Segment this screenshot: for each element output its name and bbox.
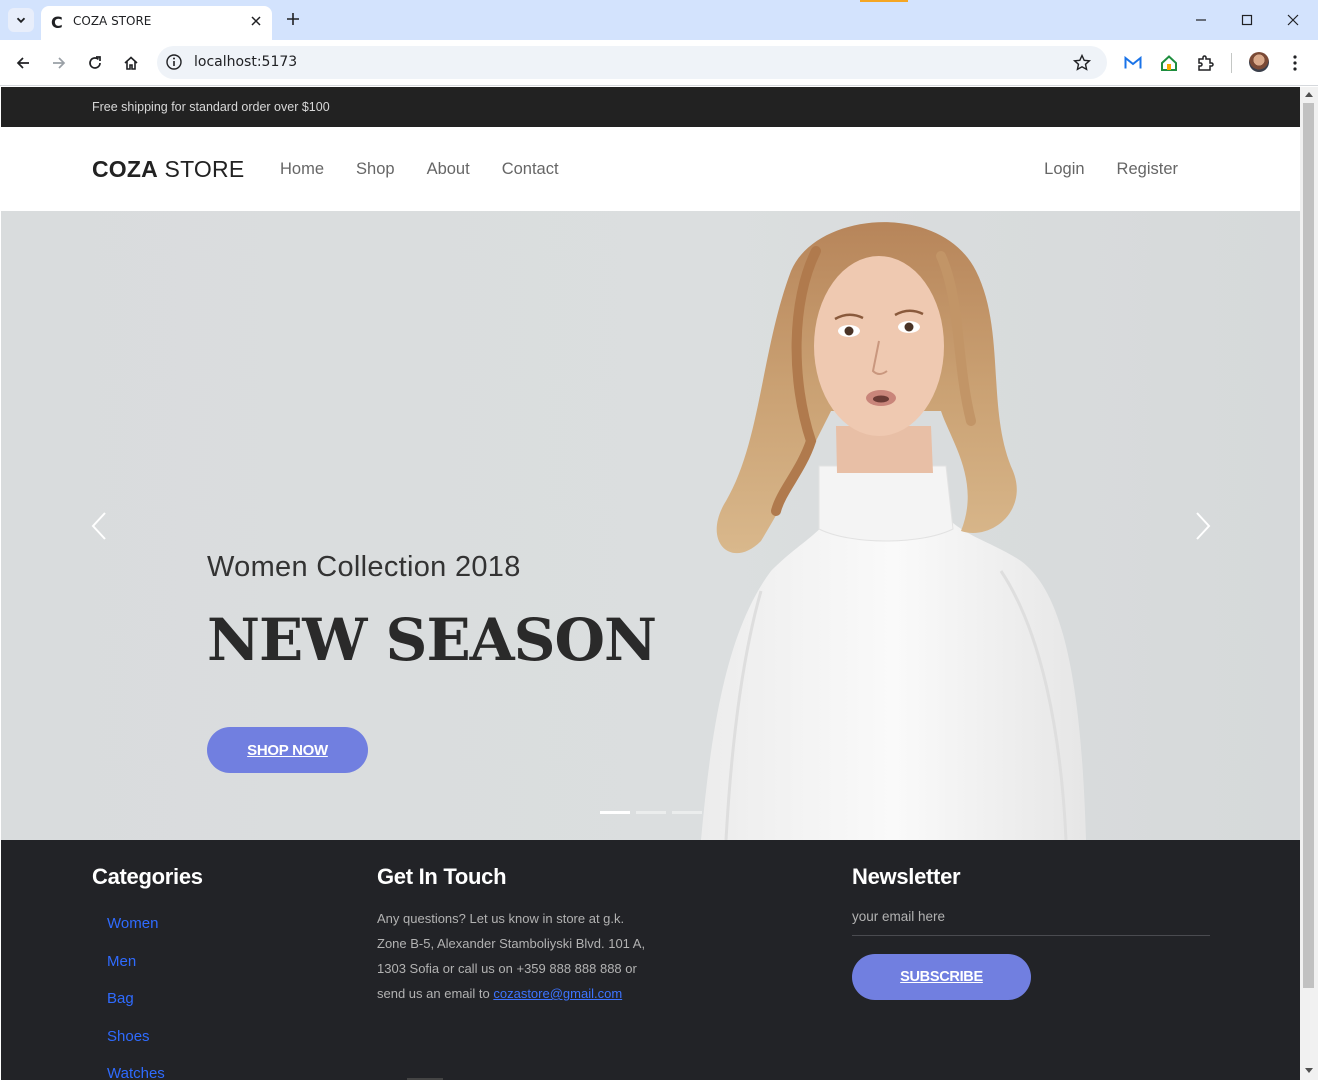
logo-bold: COZA	[92, 156, 158, 182]
hero-title: NEW SEASON	[207, 606, 657, 674]
window-maximize-button[interactable]	[1232, 6, 1262, 34]
category-watches-link[interactable]: Watches	[107, 1065, 165, 1080]
chevron-down-icon	[16, 17, 26, 24]
tab-search-button[interactable]	[8, 8, 34, 32]
slider-prev-arrow[interactable]	[89, 511, 109, 541]
forward-button[interactable]	[46, 50, 72, 76]
reload-button[interactable]	[82, 50, 108, 76]
list-item: Bag	[107, 990, 165, 1028]
address-bar[interactable]: localhost:5173	[157, 46, 1107, 79]
contact-paragraph: Any questions? Let us know in store at g…	[377, 906, 657, 1006]
categories-list: Women Men Bag Shoes Watches	[107, 915, 165, 1080]
page-viewport: Free shipping for standard order over $1…	[1, 87, 1300, 1080]
hero-model-image	[701, 222, 1086, 840]
new-tab-button[interactable]	[282, 8, 304, 30]
slider-next-arrow[interactable]	[1193, 511, 1213, 541]
site-logo[interactable]: COZA STORE	[92, 127, 244, 211]
slider-dot-3[interactable]	[672, 811, 702, 814]
home-extension-button[interactable]	[1157, 51, 1181, 75]
browser-toolbar: localhost:5173	[0, 40, 1318, 86]
arrow-left-icon	[16, 57, 29, 69]
contact-email-link[interactable]: cozastore@gmail.com	[493, 986, 622, 1001]
register-link[interactable]: Register	[1117, 160, 1178, 179]
scroll-up-arrow-icon[interactable]	[1304, 90, 1314, 100]
free-shipping-text: Free shipping for standard order over $1…	[92, 100, 330, 114]
scrollbar-thumb[interactable]	[1303, 103, 1314, 988]
menu-home[interactable]: Home	[280, 160, 324, 179]
close-icon	[251, 16, 261, 26]
menu-shop[interactable]: Shop	[356, 160, 395, 179]
extensions-button[interactable]	[1193, 51, 1217, 75]
close-icon	[1287, 14, 1299, 26]
house-extension-icon	[1161, 55, 1177, 71]
home-icon	[124, 56, 138, 70]
announcement-bar: Free shipping for standard order over $1…	[1, 87, 1300, 127]
hero-slider: Women Collection 2018 NEW SEASON SHOP NO…	[1, 211, 1300, 840]
url-text[interactable]: localhost:5173	[194, 46, 297, 79]
back-button[interactable]	[10, 50, 36, 76]
hero-subtitle: Women Collection 2018	[207, 551, 521, 583]
list-item: Watches	[107, 1065, 165, 1080]
profile-avatar[interactable]	[1249, 52, 1269, 72]
mail-icon	[1124, 56, 1142, 69]
logo-light: STORE	[157, 156, 245, 182]
list-item: Shoes	[107, 1028, 165, 1066]
menu-contact[interactable]: Contact	[502, 160, 559, 179]
category-women-link[interactable]: Women	[107, 915, 158, 932]
category-men-link[interactable]: Men	[107, 953, 136, 970]
plus-icon	[287, 13, 299, 25]
home-button[interactable]	[118, 50, 144, 76]
list-item: Men	[107, 953, 165, 991]
arrow-right-icon	[53, 57, 66, 69]
tab-title: COZA STORE	[73, 14, 152, 28]
newsletter-email-input[interactable]: your email here	[852, 906, 1210, 936]
category-shoes-link[interactable]: Shoes	[107, 1028, 150, 1045]
slider-dot-1[interactable]	[600, 811, 630, 814]
list-item: Women	[107, 915, 165, 953]
get-in-touch-heading: Get In Touch	[377, 864, 507, 889]
maximize-icon	[1241, 14, 1253, 26]
reload-icon	[89, 56, 101, 69]
puzzle-icon	[1198, 55, 1214, 71]
bookmark-star-icon[interactable]	[1072, 53, 1092, 73]
main-menu: Home Shop About Contact	[280, 127, 559, 211]
site-header: COZA STORE Home Shop About Contact Login…	[1, 127, 1300, 211]
tabstrip-accent	[860, 0, 908, 2]
scroll-down-arrow-icon[interactable]	[1304, 1065, 1314, 1075]
tab-close-button[interactable]	[247, 12, 265, 30]
window-close-button[interactable]	[1278, 6, 1308, 34]
page-scrollbar[interactable]	[1300, 87, 1318, 1080]
toolbar-divider	[1231, 53, 1232, 73]
category-bag-link[interactable]: Bag	[107, 990, 134, 1007]
gmail-extension-button[interactable]	[1121, 51, 1145, 75]
categories-heading: Categories	[92, 864, 203, 889]
minimize-icon	[1196, 19, 1206, 21]
login-link[interactable]: Login	[1044, 160, 1084, 179]
menu-about[interactable]: About	[427, 160, 470, 179]
shop-now-button[interactable]: SHOP NOW	[207, 727, 368, 773]
site-footer: Categories Women Men Bag Shoes Watches G…	[1, 840, 1300, 1080]
newsletter-heading: Newsletter	[852, 864, 961, 889]
browser-menu-button[interactable]	[1283, 51, 1307, 75]
slider-indicators	[600, 811, 702, 814]
more-vertical-icon	[1293, 55, 1297, 71]
auth-links: Login Register	[1044, 127, 1178, 211]
slider-dot-2[interactable]	[636, 811, 666, 814]
browser-tabstrip: C COZA STORE	[0, 0, 1318, 40]
site-info-icon[interactable]	[165, 53, 183, 71]
subscribe-button[interactable]: SUBSCRIBE	[852, 954, 1031, 1000]
coza-favicon-icon: C	[51, 13, 63, 32]
window-minimize-button[interactable]	[1186, 6, 1216, 34]
browser-tab[interactable]: C COZA STORE	[41, 6, 272, 40]
